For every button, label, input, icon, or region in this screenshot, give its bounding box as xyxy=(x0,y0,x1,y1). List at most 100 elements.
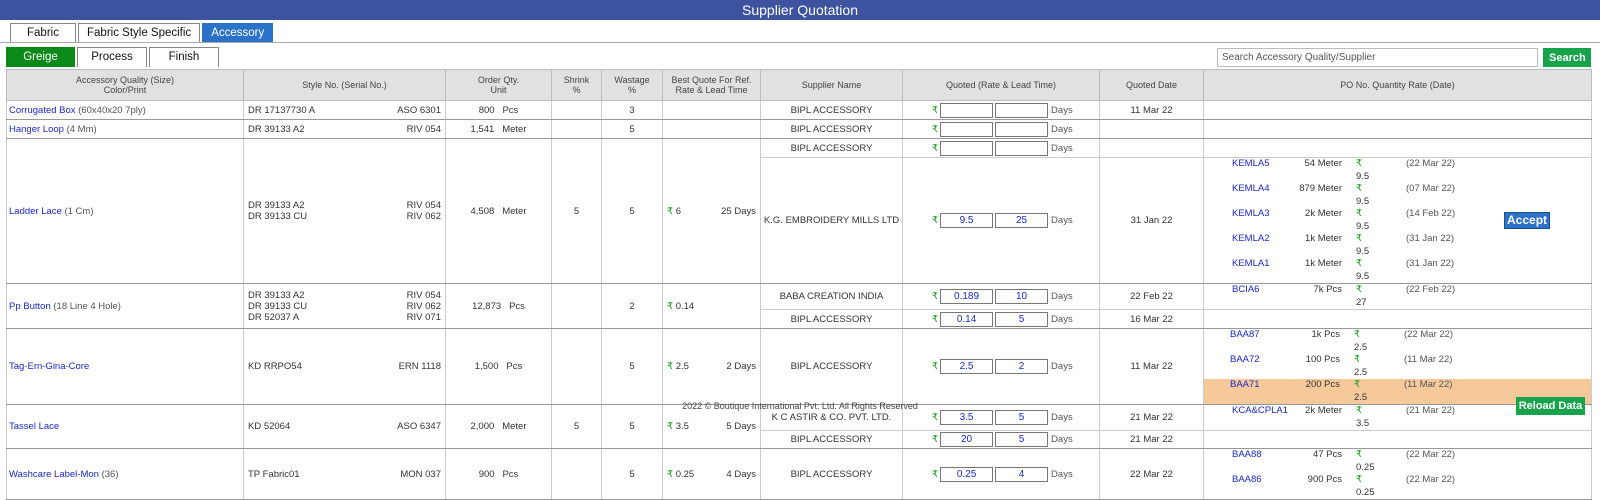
lead-time-input[interactable]: 5 xyxy=(995,311,1049,327)
cell-shrink: 5 xyxy=(551,404,602,449)
rupee-icon: ₹ xyxy=(932,123,939,135)
lead-time-input[interactable]: 25 xyxy=(995,213,1049,228)
cell-order-qty: 1,541 Meter xyxy=(445,119,552,139)
rate-input[interactable] xyxy=(940,140,994,156)
lead-time-input[interactable]: 10 xyxy=(995,289,1049,304)
po-date: (22 Mar 22) xyxy=(1406,158,1456,169)
tab-process[interactable]: Process xyxy=(77,47,147,67)
rate-input[interactable]: 9.5 xyxy=(940,213,994,228)
lead-time-input[interactable] xyxy=(995,121,1049,137)
po-number-link[interactable]: KEMLA5 xyxy=(1206,158,1286,183)
rupee-icon: ₹ xyxy=(932,215,939,227)
po-item: BAA72 100 Pcs ₹ 2.5 (11 Mar 22) xyxy=(1204,354,1591,379)
cell-order-qty: 1,500 Pcs xyxy=(445,328,552,405)
tab-accessory[interactable]: Accessory xyxy=(202,23,274,43)
po-rate-value: 9.5 xyxy=(1356,245,1370,257)
lead-time-input[interactable]: 5 xyxy=(995,410,1049,425)
quality-link[interactable]: Ladder Lace xyxy=(9,206,62,217)
rupee-icon: ₹ xyxy=(1356,183,1363,194)
lead-time-input[interactable] xyxy=(995,140,1049,156)
cell-po: BAA87 1k Pcs ₹ 2.5 (22 Mar 22) BAA72 100 Pcs ₹… xyxy=(1203,328,1592,405)
rate-input[interactable]: 3.5 xyxy=(940,410,994,425)
col-quoted-date: Quoted Date xyxy=(1099,69,1204,101)
quality-link[interactable]: Tag-Ern-Gina-Core xyxy=(9,361,89,372)
po-item: KEMLA2 1k Meter ₹ 9.5 (31 Jan 22) xyxy=(1206,233,1496,258)
style-no: DR 17137730 A xyxy=(248,104,316,116)
table-row: Ladder Lace (1 Cm) DR 39133 A2 RIV 054 DR 3… xyxy=(6,138,1592,284)
style-line: DR 39133 A2 RIV 054 xyxy=(246,124,443,135)
col-style: Style No. (Serial No.) xyxy=(243,69,446,101)
po-number-link[interactable]: KEMLA2 xyxy=(1206,233,1286,258)
serial-no: RIV 062 xyxy=(406,300,441,312)
shrink-pct: 5 xyxy=(573,205,580,217)
days-label: Days xyxy=(1051,123,1073,135)
po-date: (31 Jan 22) xyxy=(1406,233,1455,244)
po-rate: ₹ 27 xyxy=(1356,284,1406,309)
lead-time-input[interactable] xyxy=(995,102,1049,118)
tab-fabric[interactable]: Fabric xyxy=(10,23,76,43)
rate-input[interactable]: 0.189 xyxy=(940,289,994,304)
cell-style: KD 52064 ASO 6347 xyxy=(243,404,446,449)
tab-finish[interactable]: Finish xyxy=(149,47,219,67)
rate-input[interactable]: 2.5 xyxy=(940,359,994,374)
cell-quoted: ₹0.189 10 Days xyxy=(902,283,1100,310)
search-button[interactable]: Search xyxy=(1543,48,1591,67)
po-number-link[interactable]: BAA87 xyxy=(1204,329,1284,354)
wastage-pct: 5 xyxy=(629,468,635,480)
cell-po xyxy=(1203,309,1592,329)
po-number-link[interactable]: KEMLA1 xyxy=(1206,258,1286,283)
rupee-icon: ₹ xyxy=(667,468,674,480)
cell-quoted-date: 22 Mar 22 xyxy=(1099,448,1204,500)
style-line: DR 39133 CU RIV 062 xyxy=(246,301,443,312)
cell-shrink xyxy=(551,448,602,500)
cell-wastage: 5 xyxy=(601,448,663,500)
supplier-name: BIPL ACCESSORY xyxy=(790,123,873,135)
po-number-link[interactable]: BCIA6 xyxy=(1206,284,1286,309)
po-rate: ₹ 0.25 xyxy=(1356,474,1406,499)
quality-link[interactable]: Tassel Lace xyxy=(9,421,59,432)
tab-greige[interactable]: Greige xyxy=(6,47,75,67)
rate-input[interactable] xyxy=(940,102,994,118)
cell-quoted-date: 21 Mar 22 xyxy=(1099,430,1204,449)
tab-fabric-style-specific[interactable]: Fabric Style Specific xyxy=(78,23,201,43)
col-best-quote: Best Quote For Ref. Rate & Lead Time xyxy=(662,69,761,101)
search-input[interactable] xyxy=(1217,48,1538,67)
best-quote: ₹ 3.5 5 Days xyxy=(665,421,758,432)
accept-button[interactable]: Accept xyxy=(1504,212,1551,229)
lead-time-input[interactable]: 5 xyxy=(995,432,1049,447)
cell-shrink xyxy=(551,328,602,405)
rate-input[interactable]: 20 xyxy=(940,432,994,447)
order-qty: 1,500 xyxy=(474,361,499,372)
cell-supplier: BIPL ACCESSORY xyxy=(760,430,903,449)
rate-input[interactable]: 0.14 xyxy=(940,311,994,327)
wastage-pct: 5 xyxy=(629,205,635,217)
quality-link[interactable]: Washcare Label-Mon xyxy=(9,469,99,480)
serial-no: RIV 054 xyxy=(406,200,441,211)
po-number-link[interactable]: KEMLA4 xyxy=(1206,183,1286,208)
order-unit: Meter xyxy=(502,123,527,135)
rate-input[interactable] xyxy=(940,121,994,137)
serial-no: ASO 6301 xyxy=(397,104,441,116)
lead-time-input[interactable]: 4 xyxy=(995,466,1049,482)
po-rate: ₹ 9.5 xyxy=(1356,183,1406,208)
po-date: (22 Mar 22) xyxy=(1406,449,1456,460)
po-list: BAA88 47 Pcs ₹ 0.25 (22 Mar 22) BAA86 900 Pcs… xyxy=(1206,449,1589,499)
quality-link[interactable]: Corrugated Box xyxy=(9,105,76,116)
rupee-icon: ₹ xyxy=(1356,233,1363,244)
rupee-icon: ₹ xyxy=(932,291,939,303)
cell-order-qty: 800 Pcs xyxy=(445,100,552,120)
po-number-link[interactable]: KEMLA3 xyxy=(1206,208,1286,233)
lead-time-input[interactable]: 2 xyxy=(995,359,1049,374)
cell-best-quote: ₹ 2.5 2 Days xyxy=(662,328,761,405)
reload-data-button[interactable]: Reload Data xyxy=(1516,397,1585,415)
po-number-link[interactable]: BAA72 xyxy=(1204,354,1284,379)
po-number-link[interactable]: BAA86 xyxy=(1206,474,1286,499)
rupee-icon: ₹ xyxy=(932,468,939,480)
quality-link[interactable]: Pp Button xyxy=(9,301,51,312)
cell-po: BAA88 47 Pcs ₹ 0.25 (22 Mar 22) BAA86 900 Pcs… xyxy=(1203,448,1592,500)
quality-link[interactable]: Hanger Loop xyxy=(9,124,64,135)
po-number-link[interactable]: BAA88 xyxy=(1206,449,1286,474)
rate-input[interactable]: 0.25 xyxy=(940,466,994,482)
col-wastage: Wastage% xyxy=(601,69,663,101)
po-rate: ₹ 9.5 xyxy=(1356,233,1406,258)
